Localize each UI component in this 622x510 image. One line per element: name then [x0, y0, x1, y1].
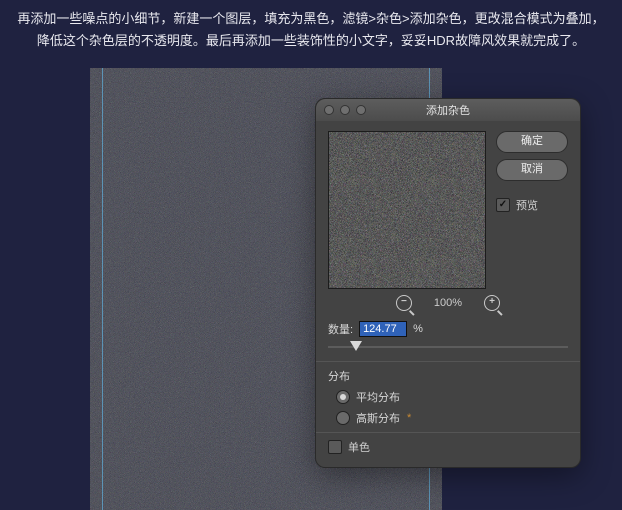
guide-left[interactable]: [102, 68, 103, 510]
amount-label: 数量:: [328, 321, 353, 337]
tutorial-text: 再添加一些噪点的小细节，新建一个图层，填充为黑色，滤镜>杂色>添加杂色，更改混合…: [0, 8, 622, 52]
tutorial-line-1: 再添加一些噪点的小细节，新建一个图层，填充为黑色，滤镜>杂色>添加杂色，更改混合…: [0, 8, 622, 30]
amount-slider[interactable]: [328, 339, 568, 355]
dialog-titlebar[interactable]: 添加杂色: [316, 99, 580, 121]
preview-checkbox-label: 预览: [516, 197, 538, 213]
cancel-button[interactable]: 取消: [496, 159, 568, 181]
add-noise-dialog: 添加杂色 确定 取消 预览 − 100% +: [315, 98, 581, 468]
radio-uniform-indicator: [336, 390, 350, 404]
radio-uniform-label: 平均分布: [356, 389, 400, 405]
preview-checkbox[interactable]: [496, 198, 510, 212]
dialog-title: 添加杂色: [316, 102, 580, 118]
amount-unit: %: [413, 323, 423, 335]
slider-thumb[interactable]: [350, 341, 362, 351]
amount-input[interactable]: [359, 321, 407, 337]
noise-preview[interactable]: [328, 131, 486, 289]
tutorial-line-2: 降低这个杂色层的不透明度。最后再添加一些装饰性的小文字，妥妥HDR故障风效果就完…: [0, 30, 622, 52]
zoom-out-button[interactable]: −: [396, 295, 412, 311]
distribution-label: 分布: [328, 368, 568, 384]
monochrome-label: 单色: [348, 439, 370, 455]
asterisk-icon: *: [407, 412, 411, 424]
zoom-in-button[interactable]: +: [484, 295, 500, 311]
radio-gaussian-label: 高斯分布: [356, 410, 400, 426]
monochrome-checkbox[interactable]: [328, 440, 342, 454]
ok-button[interactable]: 确定: [496, 131, 568, 153]
radio-gaussian-indicator: [336, 411, 350, 425]
radio-gaussian[interactable]: 高斯分布 *: [336, 410, 568, 426]
zoom-value: 100%: [434, 297, 462, 309]
radio-uniform[interactable]: 平均分布: [336, 389, 568, 405]
